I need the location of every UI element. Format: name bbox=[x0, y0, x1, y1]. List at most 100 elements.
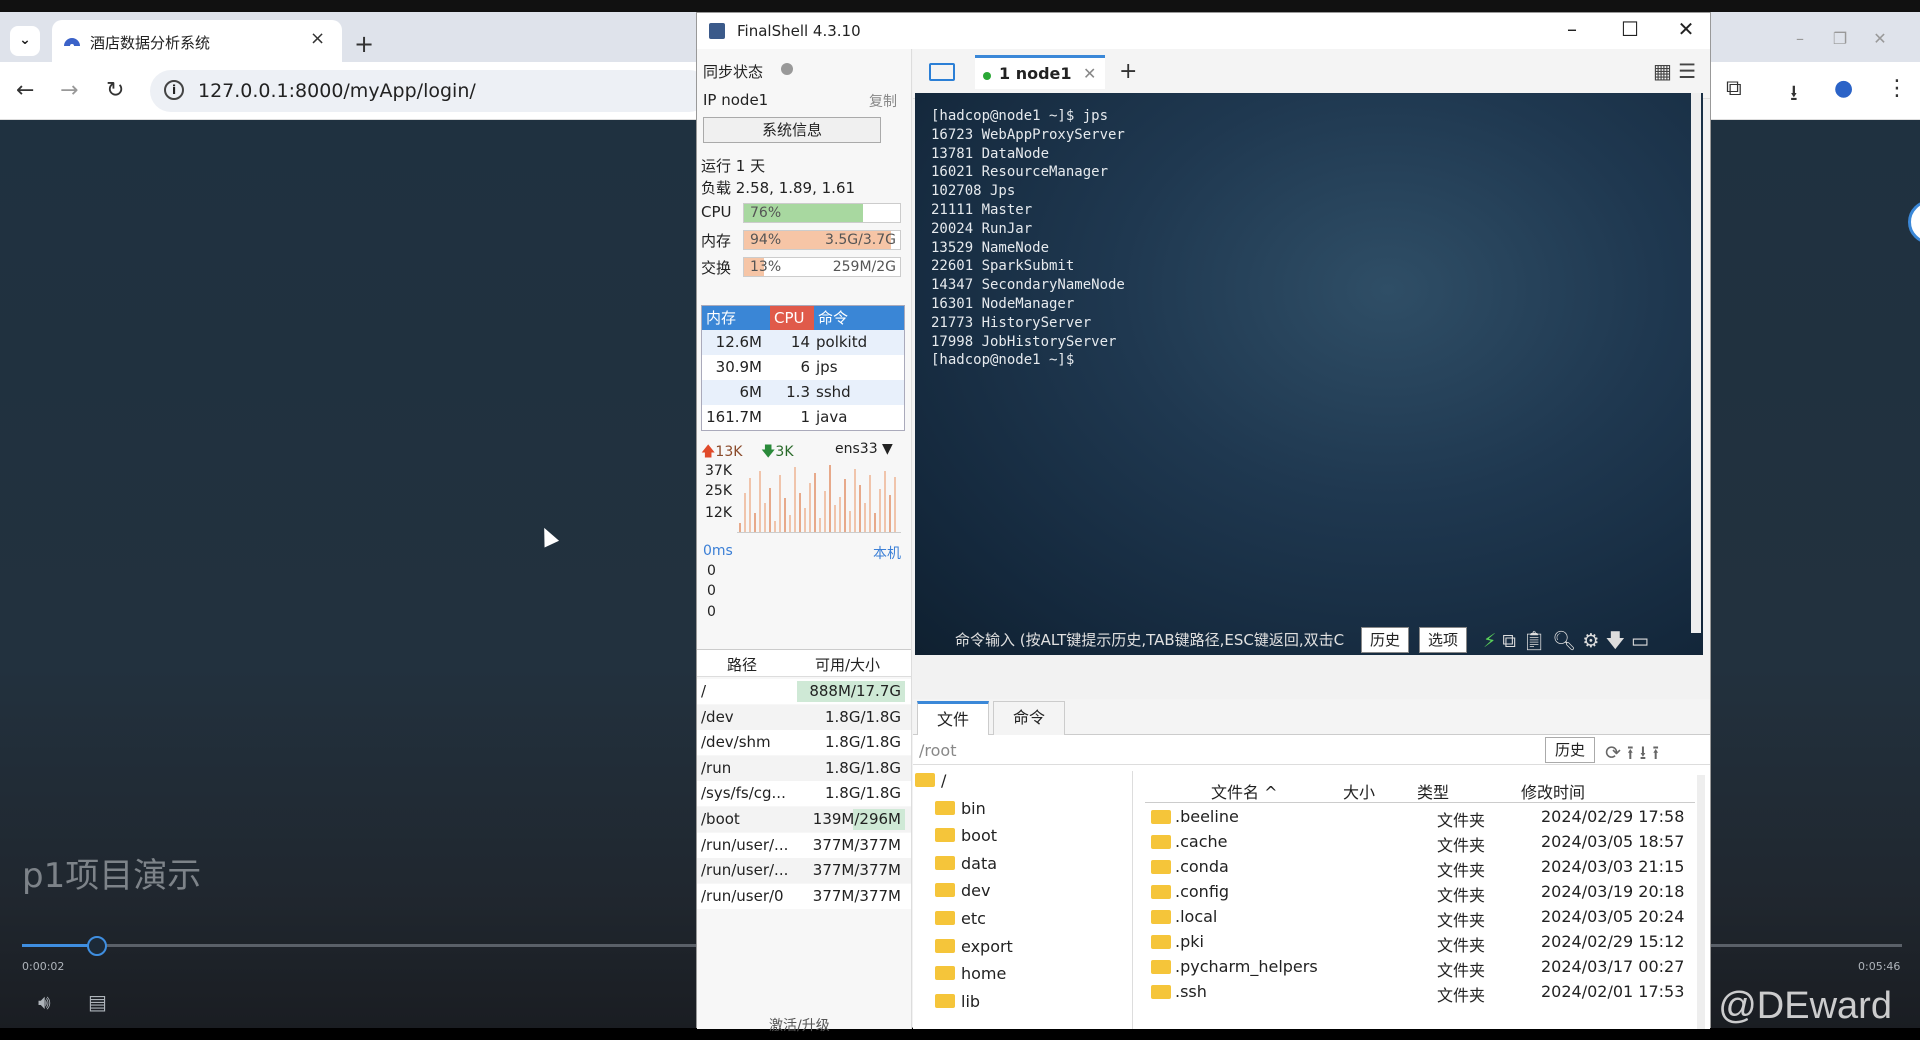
gear-icon[interactable]: ⚙ bbox=[1582, 630, 1599, 652]
browser-tab-active[interactable]: 酒店数据分析系统 × bbox=[52, 20, 342, 62]
tab-files[interactable]: 文件 bbox=[917, 701, 989, 735]
load-text: 负载 2.58, 1.89, 1.61 bbox=[701, 179, 856, 197]
restore-icon[interactable]: ❐ bbox=[1820, 24, 1860, 54]
fs-maximize-icon[interactable]: ☐ bbox=[1615, 17, 1645, 41]
terminal-scrollbar[interactable] bbox=[1691, 93, 1701, 633]
command-toolbar-icons[interactable]: ⚡ ⧉ 📋︎ 🔍︎ ⚙ 🡇 ▭ bbox=[1483, 627, 1649, 659]
disk-col-path[interactable]: 路径 bbox=[727, 654, 757, 675]
tree-folder[interactable]: bin bbox=[935, 799, 986, 823]
tree-folder[interactable]: etc bbox=[935, 909, 986, 933]
disk-path: /dev/shm bbox=[701, 733, 771, 752]
folder-icon bbox=[1151, 885, 1171, 899]
subtitle-icon[interactable]: ▤ bbox=[88, 990, 107, 1014]
volume-icon[interactable]: 🔊︎ bbox=[38, 990, 51, 1014]
up-dir-icon[interactable]: ⭱ bbox=[1627, 742, 1634, 764]
close-icon[interactable]: ✕ bbox=[1860, 24, 1900, 54]
tab-commands[interactable]: 命令 bbox=[993, 701, 1065, 735]
tree-folder[interactable]: home bbox=[935, 964, 1006, 988]
proc-col-mem[interactable]: 内存 bbox=[702, 306, 770, 330]
minimize-icon[interactable]: – bbox=[1780, 24, 1820, 54]
disk-col-size[interactable]: 可用/大小 bbox=[815, 654, 880, 675]
refresh-icon[interactable]: ⟳ bbox=[1605, 742, 1621, 764]
command-input-bar[interactable]: 命令输入 (按ALT键提示历史,TAB键路径,ESC键返回,双击C 历史 选项 … bbox=[935, 625, 1685, 655]
screen-top-bar bbox=[0, 0, 1920, 12]
disk-row[interactable]: /run 1.8G/1.8G bbox=[697, 755, 911, 781]
terminal-output[interactable]: [hadcop@node1 ~]$ jps 16723 WebAppProxySe… bbox=[915, 93, 1703, 655]
tree-folder[interactable]: export bbox=[935, 937, 1013, 961]
tree-folder[interactable]: / bbox=[915, 771, 946, 795]
file-type: 文件夹 bbox=[1437, 861, 1486, 880]
tree-folder[interactable]: boot bbox=[935, 826, 997, 850]
disk-row[interactable]: /dev 1.8G/1.8G bbox=[697, 704, 911, 730]
ping-target[interactable]: 本机 bbox=[873, 543, 901, 563]
window-icon[interactable]: ▭ bbox=[1631, 630, 1649, 652]
menu-icon[interactable]: ⋮ bbox=[1886, 76, 1908, 101]
new-tab-button[interactable]: + bbox=[354, 30, 374, 58]
address-bar[interactable]: i 127.0.0.1:8000/myApp/login/ bbox=[150, 70, 710, 112]
col-type[interactable]: 类型 bbox=[1417, 779, 1449, 803]
process-row[interactable]: 6M 1.3 sshd bbox=[702, 380, 904, 405]
add-session-icon[interactable]: + bbox=[1119, 59, 1137, 84]
activate-upgrade-link[interactable]: 激活/升级 bbox=[769, 1015, 830, 1035]
download-file-icon[interactable]: ⭳ bbox=[1640, 742, 1647, 764]
current-path[interactable]: /root bbox=[919, 741, 956, 760]
mem-label: 内存 bbox=[701, 232, 732, 250]
system-info-button[interactable]: 系统信息 bbox=[703, 117, 881, 143]
tab-search-button[interactable]: ⌄ bbox=[10, 26, 40, 56]
file-row[interactable]: .ssh 文件夹 2024/02/01 17:53 bbox=[1145, 980, 1695, 1005]
file-toolbar-icons[interactable]: ⟳ ⭱ ⭳ ⭱ bbox=[1605, 739, 1659, 771]
back-button[interactable]: ← bbox=[16, 78, 34, 103]
paste-icon[interactable]: 📋︎ bbox=[1522, 630, 1546, 652]
process-row[interactable]: 161.7M 1 java bbox=[702, 405, 904, 430]
extensions-icon[interactable]: ⧉ bbox=[1726, 76, 1742, 101]
disk-row[interactable]: /run/user/... 377M/377M bbox=[697, 858, 911, 884]
file-row[interactable]: .local 文件夹 2024/03/05 20:24 bbox=[1145, 905, 1695, 930]
copy-icon[interactable]: ⧉ bbox=[1502, 630, 1516, 652]
fs-close-icon[interactable]: ✕ bbox=[1671, 17, 1701, 41]
proc-col-cmd[interactable]: 命令 bbox=[814, 306, 904, 330]
col-size[interactable]: 大小 bbox=[1343, 779, 1375, 803]
command-history-button[interactable]: 历史 bbox=[1361, 627, 1410, 653]
command-options-button[interactable]: 选项 bbox=[1419, 627, 1468, 653]
file-row[interactable]: .cache 文件夹 2024/03/05 18:57 bbox=[1145, 830, 1695, 855]
tree-folder[interactable]: data bbox=[935, 854, 997, 878]
disk-row[interactable]: /dev/shm 1.8G/1.8G bbox=[697, 730, 911, 756]
file-row[interactable]: .pki 文件夹 2024/02/29 15:12 bbox=[1145, 930, 1695, 955]
fs-minimize-icon[interactable]: – bbox=[1557, 17, 1587, 41]
file-list-scrollbar[interactable] bbox=[1697, 775, 1705, 1029]
file-row[interactable]: .conda 文件夹 2024/03/03 21:15 bbox=[1145, 855, 1695, 880]
lightning-icon[interactable]: ⚡ bbox=[1483, 630, 1496, 652]
arrow-down-icon[interactable]: 🡇 bbox=[1605, 630, 1625, 652]
file-row[interactable]: .beeline 文件夹 2024/02/29 17:58 bbox=[1145, 805, 1695, 830]
tree-folder[interactable]: lib bbox=[935, 992, 980, 1016]
search-icon[interactable]: 🔍︎ bbox=[1552, 630, 1576, 652]
disk-row[interactable]: /sys/fs/cg... 1.8G/1.8G bbox=[697, 781, 911, 807]
command-input-placeholder[interactable]: 命令输入 (按ALT键提示历史,TAB键路径,ESC键返回,双击C bbox=[955, 629, 1365, 650]
process-row[interactable]: 30.9M 6 jps bbox=[702, 355, 904, 380]
close-session-icon[interactable]: ✕ bbox=[1083, 64, 1096, 83]
close-tab-icon[interactable]: × bbox=[310, 28, 325, 49]
process-row[interactable]: 12.6M 14 polkitd bbox=[702, 330, 904, 355]
site-info-icon[interactable]: i bbox=[164, 80, 184, 100]
forward-button[interactable]: → bbox=[60, 78, 78, 103]
reload-button[interactable]: ↻ bbox=[106, 78, 124, 103]
disk-row[interactable]: /run/user/0 377M/377M bbox=[697, 883, 911, 909]
file-row[interactable]: .pycharm_helpers 文件夹 2024/03/17 00:27 bbox=[1145, 955, 1695, 980]
disk-row[interactable]: /boot 139M/296M bbox=[697, 807, 911, 832]
net-interface-select[interactable]: ens33 ▼ bbox=[835, 441, 893, 457]
profile-icon[interactable]: ● bbox=[1834, 76, 1853, 101]
tree-folder[interactable]: dev bbox=[935, 881, 990, 905]
col-filename[interactable]: 文件名 ^ bbox=[1211, 779, 1278, 803]
col-modified[interactable]: 修改时间 bbox=[1521, 779, 1585, 803]
disk-row[interactable]: /run/user/... 377M/377M bbox=[697, 832, 911, 858]
layout-grid-icon[interactable]: ▦ ☰ bbox=[1653, 59, 1696, 83]
path-history-button[interactable]: 历史 bbox=[1545, 737, 1595, 763]
disk-row[interactable]: / 888M/17.7G bbox=[697, 679, 911, 704]
file-row[interactable]: .config 文件夹 2024/03/19 20:18 bbox=[1145, 880, 1695, 905]
download-icon[interactable]: ⭳ bbox=[1790, 76, 1798, 114]
open-folder-icon[interactable] bbox=[929, 63, 955, 81]
session-tab-node1[interactable]: 1 node1 ✕ bbox=[975, 55, 1105, 89]
copy-ip-link[interactable]: 复制 bbox=[869, 91, 897, 111]
proc-col-cpu[interactable]: CPU bbox=[770, 306, 814, 330]
upload-file-icon[interactable]: ⭱ bbox=[1652, 742, 1659, 764]
